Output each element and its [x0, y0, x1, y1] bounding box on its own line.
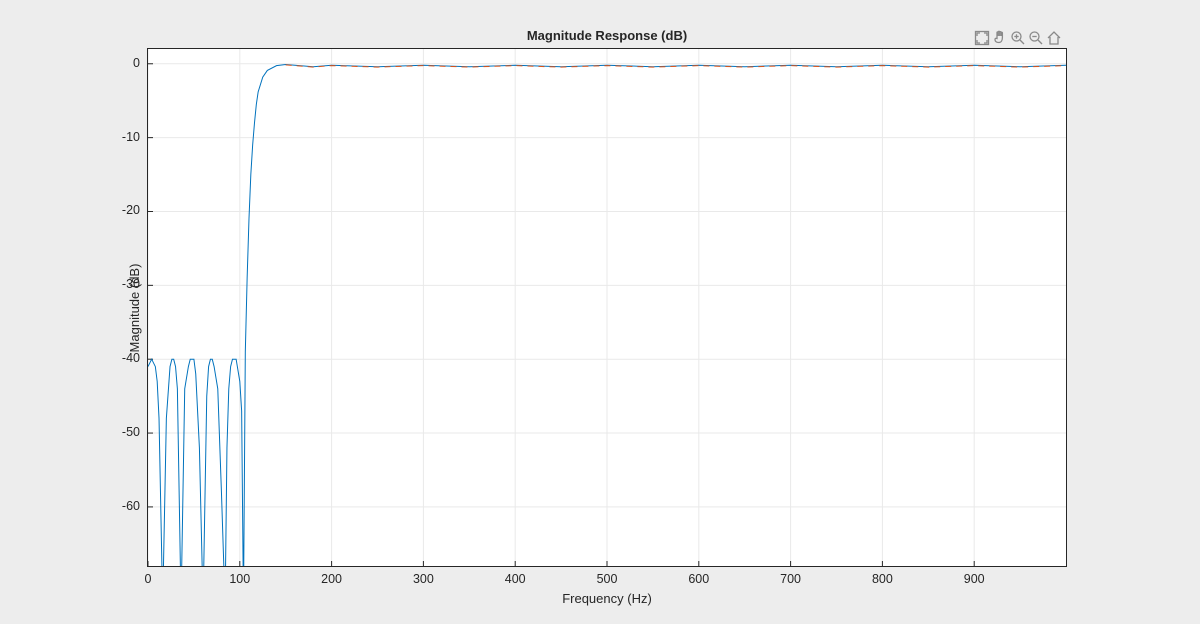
x-tick-label: 100 [220, 572, 260, 586]
y-tick-label: -10 [100, 130, 140, 144]
x-tick-label: 0 [128, 572, 168, 586]
y-axis-label: Magnitude (dB) [127, 263, 142, 352]
x-axis-label: Frequency (Hz) [148, 591, 1066, 606]
plot-canvas [148, 49, 1066, 566]
y-tick-label: 0 [100, 56, 140, 70]
x-tick-label: 900 [954, 572, 994, 586]
x-tick-label: 400 [495, 572, 535, 586]
y-tick-label: -20 [100, 203, 140, 217]
x-tick-label: 700 [771, 572, 811, 586]
x-tick-label: 500 [587, 572, 627, 586]
y-tick-label: -50 [100, 425, 140, 439]
axes[interactable]: 0100200300400500600700800900 0-10-20-30-… [147, 48, 1067, 567]
y-tick-label: -60 [100, 499, 140, 513]
y-tick-label: -40 [100, 351, 140, 365]
chart-title: Magnitude Response (dB) [147, 28, 1067, 43]
x-tick-label: 800 [862, 572, 902, 586]
x-tick-label: 200 [312, 572, 352, 586]
x-tick-label: 300 [403, 572, 443, 586]
x-tick-label: 600 [679, 572, 719, 586]
figure-window: Magnitude Response (dB) 0100200300400500… [8, 8, 1192, 616]
